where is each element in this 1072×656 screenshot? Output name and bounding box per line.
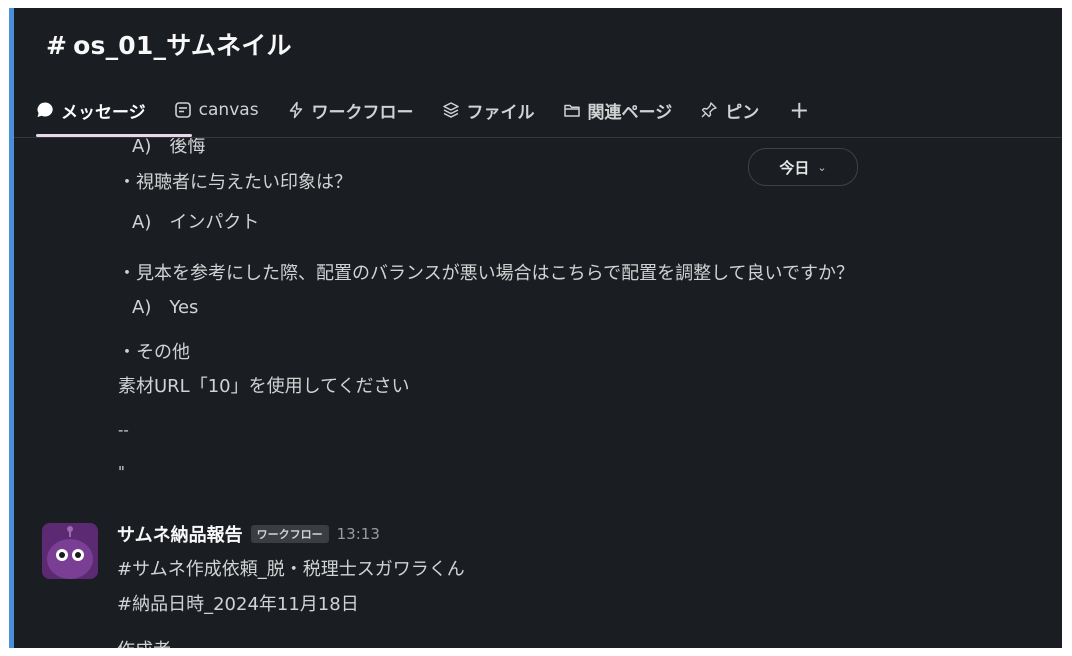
message-text-line: A) 後悔 xyxy=(132,138,206,157)
message-text-line: #納品日時_2024年11月18日 xyxy=(117,594,359,615)
sender-name[interactable]: サムネ納品報告 xyxy=(117,521,243,547)
tab-workflow[interactable]: ワークフロー xyxy=(287,98,414,123)
message-text-line: 作成者 xyxy=(117,636,171,648)
tab-label: メッセージ xyxy=(61,102,146,123)
bot-avatar-icon xyxy=(42,523,98,579)
avatar[interactable] xyxy=(42,523,98,579)
tab-label: canvas xyxy=(198,100,259,120)
screenshot-frame: # os_01_サムネイル メッセージ canvas ワークフロー ファイル 関… xyxy=(0,0,1072,656)
message-text-line: ・視聴者に与えたい印象は？ xyxy=(118,172,352,193)
tab-files[interactable]: ファイル xyxy=(442,98,535,123)
message-text-line: ・その他 xyxy=(118,342,190,363)
message-icon xyxy=(36,101,54,119)
tab-related-pages[interactable]: 関連ページ xyxy=(563,98,673,123)
message-header: サムネ納品報告 ワークフロー 13:13 xyxy=(117,521,380,547)
files-icon xyxy=(442,101,460,119)
chevron-down-icon: ⌄ xyxy=(817,160,827,174)
message-text-line: " xyxy=(118,463,125,481)
tab-label: 関連ページ xyxy=(587,102,673,123)
workflow-icon xyxy=(287,101,305,119)
add-tab-button[interactable]: + xyxy=(789,96,809,124)
message-text-line: A) Yes xyxy=(132,297,199,318)
message-timestamp[interactable]: 13:13 xyxy=(337,525,380,543)
folder-icon xyxy=(563,101,581,119)
channel-title[interactable]: # os_01_サムネイル xyxy=(46,26,292,62)
message-list[interactable]: A) 後悔 ・視聴者に与えたい印象は？ A) インパクト ・見本を参考にした際、… xyxy=(14,138,1062,648)
date-label: 今日 xyxy=(779,158,810,177)
canvas-icon xyxy=(174,101,192,119)
channel-header: # os_01_サムネイル メッセージ canvas ワークフロー ファイル 関… xyxy=(14,8,1062,138)
tab-label: ピン xyxy=(725,102,760,123)
channel-hash-icon: # xyxy=(46,31,68,60)
pin-icon xyxy=(700,101,718,119)
message-text-line: 素材URL「10」を使用してください xyxy=(118,376,410,397)
message-text-line: -- xyxy=(118,421,129,439)
date-divider-button[interactable]: 今日 ⌄ xyxy=(748,148,858,186)
channel-tabs: メッセージ canvas ワークフロー ファイル 関連ページ ピン + xyxy=(36,92,809,128)
tab-messages[interactable]: メッセージ xyxy=(36,98,146,123)
tab-label: ワークフロー xyxy=(311,102,414,123)
tab-canvas[interactable]: canvas xyxy=(174,100,259,120)
tab-pins[interactable]: ピン xyxy=(700,98,759,123)
message-text-line: A) インパクト xyxy=(132,212,260,233)
workflow-badge: ワークフロー xyxy=(250,525,329,543)
tab-label: ファイル xyxy=(466,102,535,123)
channel-name: os_01_サムネイル xyxy=(73,31,292,60)
slack-channel-view: # os_01_サムネイル メッセージ canvas ワークフロー ファイル 関… xyxy=(14,8,1062,648)
message-text-line: ・見本を参考にした際、配置のバランスが悪い場合はこちらで配置を調整して良いですか… xyxy=(118,263,855,284)
message-text-line: #サムネ作成依頼_脱・税理士スガワラくん xyxy=(117,559,465,580)
